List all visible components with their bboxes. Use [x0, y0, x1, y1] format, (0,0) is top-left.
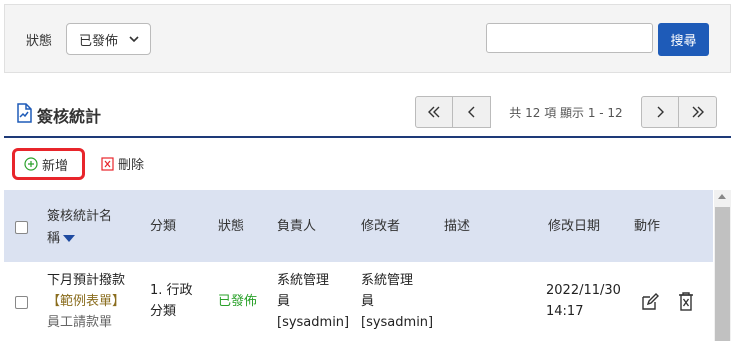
first-page-button[interactable]: [415, 96, 453, 128]
row-owner-cell: 系統管理 員 [sysadmin]: [277, 270, 349, 333]
pager-info: 共 12 項 顯示 1 - 12: [509, 105, 623, 120]
double-chevron-right-icon: [692, 106, 704, 118]
row-checkbox[interactable]: [15, 296, 28, 309]
col-header-owner[interactable]: 負責人: [277, 216, 316, 238]
row-modifier-line3: [sysadmin]: [361, 315, 434, 330]
search-button[interactable]: 搜尋: [658, 23, 709, 56]
row-owner-line3: [sysadmin]: [277, 315, 350, 330]
row-date-line2: 14:17: [546, 304, 584, 319]
col-header-actions: 動作: [634, 219, 661, 234]
col-header-modified-date[interactable]: 修改日期: [548, 216, 600, 238]
sort-desc-icon: [63, 235, 76, 242]
status-select-value: 已發佈: [79, 33, 119, 49]
col-header-modifier[interactable]: 修改者: [361, 216, 400, 238]
row-modifier-line1: 系統管理: [361, 273, 414, 288]
scroll-thumb[interactable]: [715, 207, 730, 341]
scroll-up-arrow-icon[interactable]: [718, 194, 726, 199]
edit-icon[interactable]: [641, 293, 659, 315]
col-header-name[interactable]: 簽核統計名 稱: [47, 206, 112, 250]
row-owner-line1: 系統管理: [277, 273, 330, 288]
row-category-cell: 1. 行政 分類: [150, 280, 193, 322]
chevron-down-icon: [128, 33, 140, 49]
chevron-right-icon: [657, 106, 664, 118]
status-filter-label: 狀態: [26, 34, 53, 49]
col-header-name-line1: 簽核統計名: [47, 209, 113, 224]
row-date-cell: 2022/11/30 14:17: [546, 280, 621, 322]
col-header-status[interactable]: 狀態: [218, 216, 244, 238]
delete-icon: [101, 156, 114, 171]
add-button[interactable]: 新增: [12, 148, 85, 180]
col-header-description[interactable]: 描述: [444, 216, 470, 238]
row-owner-line2: 員: [277, 294, 291, 309]
row-status: 已發佈: [218, 294, 258, 309]
table-scrollbar[interactable]: [714, 190, 731, 341]
delete-button-label: 刪除: [118, 158, 145, 173]
row-category-line2: 分類: [150, 304, 177, 319]
trash-icon[interactable]: [678, 292, 694, 315]
table-row[interactable]: 下月預計撥款 【範例表單】 員工請款單 1. 行政 分類 已發佈 系統管理 員 …: [4, 262, 713, 341]
row-form-name: 員工請款單: [47, 315, 113, 330]
page-title: 簽核統計: [37, 107, 102, 126]
select-all-checkbox[interactable]: [15, 221, 28, 234]
prev-page-button[interactable]: [453, 96, 491, 128]
row-modifier-cell: 系統管理 員 [sysadmin]: [361, 270, 433, 333]
delete-button[interactable]: 刪除: [101, 154, 144, 173]
row-category-line1: 1. 行政: [150, 283, 193, 298]
chart-document-icon: [15, 103, 33, 127]
status-select[interactable]: 已發佈: [66, 23, 151, 55]
last-page-button[interactable]: [679, 96, 717, 128]
col-header-name-line2: 稱: [47, 231, 61, 246]
add-button-label: 新增: [42, 158, 69, 174]
pagination: 共 12 項 顯示 1 - 12: [415, 96, 717, 128]
toolbar: 新增 刪除: [0, 145, 735, 185]
row-name-cell[interactable]: 下月預計撥款 【範例表單】 員工請款單: [47, 270, 125, 333]
row-name: 下月預計撥款: [47, 273, 126, 288]
plus-circle-icon: [24, 157, 38, 171]
table-header: 簽核統計名 稱 分類 狀態 負責人 修改者 描述 修改日期 動作: [4, 190, 713, 262]
col-header-category[interactable]: 分類: [150, 216, 176, 238]
next-page-button[interactable]: [641, 96, 679, 128]
chevron-left-icon: [467, 106, 474, 118]
double-chevron-left-icon: [428, 106, 440, 118]
search-input[interactable]: [486, 23, 653, 53]
row-modifier-line2: 員: [361, 294, 375, 309]
title-divider: [4, 136, 731, 138]
row-tag: 【範例表單】: [47, 294, 126, 309]
row-date-line1: 2022/11/30: [546, 283, 621, 298]
